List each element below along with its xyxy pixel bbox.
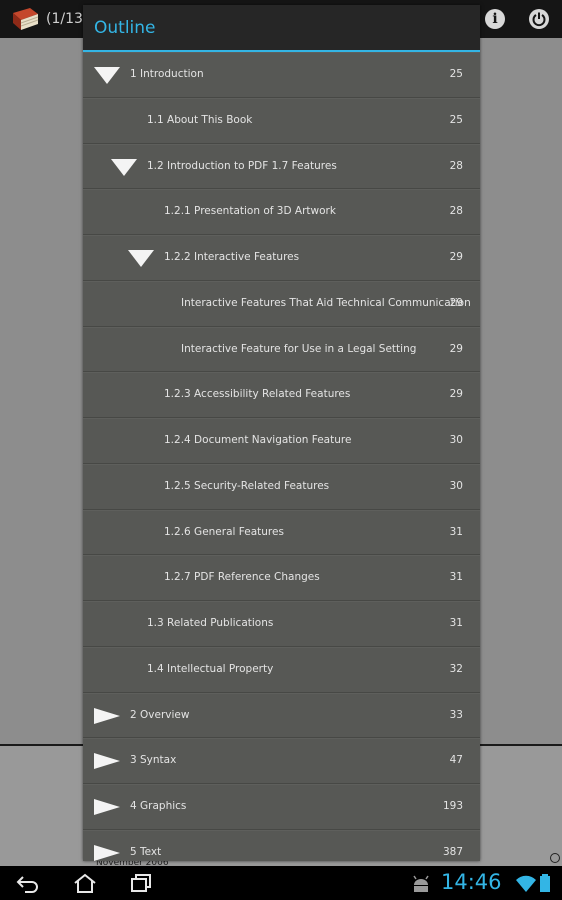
outline-title: Outline xyxy=(94,18,156,38)
outline-item[interactable]: 1.4 Intellectual Property 32 xyxy=(83,646,480,693)
outline-item-label: Interactive Features That Aid Technical … xyxy=(181,296,471,309)
collapsed-triangle-icon[interactable] xyxy=(92,704,122,728)
outline-item[interactable]: 1 Introduction 25 xyxy=(83,52,480,98)
collapsed-triangle-icon[interactable] xyxy=(92,841,122,861)
outline-item-page-number: 29 xyxy=(449,388,463,401)
outline-item[interactable]: 1.2.6 General Features 31 xyxy=(83,509,480,556)
outline-item-label: 1.2.1 Presentation of 3D Artwork xyxy=(164,205,336,218)
book-app-icon[interactable] xyxy=(10,6,40,32)
outline-item-label: 1 Introduction xyxy=(130,68,204,80)
outline-item-page-number: 31 xyxy=(449,617,463,629)
screen: November 2006 (1/131 i Outline 1 Introdu… xyxy=(0,0,562,900)
outline-item-label: 1.2.3 Accessibility Related Features xyxy=(164,388,351,401)
outline-item-label: 5 Text xyxy=(130,845,162,858)
outline-item-label: 1.2.4 Document Navigation Feature xyxy=(164,434,352,446)
expanded-triangle-icon[interactable] xyxy=(92,63,122,87)
outline-item-page-number: 31 xyxy=(449,525,463,538)
outline-item-page-number: 28 xyxy=(449,205,463,218)
outline-item[interactable]: 1.1 About This Book 25 xyxy=(83,97,480,144)
outline-item[interactable]: 5 Text 387 xyxy=(83,829,480,861)
outline-item-label: 3 Syntax xyxy=(130,754,177,767)
home-icon[interactable] xyxy=(72,872,98,894)
outline-item[interactable]: Interactive Feature for Use in a Legal S… xyxy=(83,326,480,373)
outline-item[interactable]: 1.2.4 Document Navigation Feature 30 xyxy=(83,418,480,464)
outline-item-label: 1.1 About This Book xyxy=(147,113,253,126)
outline-item[interactable]: 1.2.1 Presentation of 3D Artwork 28 xyxy=(83,189,480,235)
outline-item-label: 1.2 Introduction to PDF 1.7 Features xyxy=(147,159,337,172)
rotate-icon xyxy=(550,853,560,863)
outline-item-page-number: 47 xyxy=(449,754,463,767)
outline-item[interactable]: 1.2.3 Accessibility Related Features 29 xyxy=(83,372,480,418)
outline-item-label: 1.2.5 Security-Related Features xyxy=(164,479,330,492)
outline-item-page-number: 387 xyxy=(442,845,463,858)
info-glyph: i xyxy=(492,11,498,27)
outline-item[interactable]: 1.2.2 Interactive Features 29 xyxy=(83,235,480,281)
outline-item-page-number: 25 xyxy=(449,68,463,80)
outline-dialog: Outline 1 Introduction 25 1.1 About This B… xyxy=(83,5,480,861)
outline-item-label: 2 Overview xyxy=(130,708,190,721)
expanded-triangle-icon[interactable] xyxy=(126,246,156,270)
outline-item[interactable]: 3 Syntax 47 xyxy=(83,738,480,784)
outline-item-page-number: 29 xyxy=(449,296,463,309)
outline-item[interactable]: 1.2.7 PDF Reference Changes 31 xyxy=(83,555,480,601)
power-icon[interactable] xyxy=(529,9,549,29)
outline-item-page-number: 193 xyxy=(442,800,463,812)
outline-list[interactable]: 1 Introduction 25 1.1 About This Book 25 1.2… xyxy=(83,52,480,861)
outline-item-label: 1.3 Related Publications xyxy=(147,617,274,629)
collapsed-triangle-icon[interactable] xyxy=(92,749,122,773)
clock: 14:46 xyxy=(441,870,502,894)
outline-header: Outline xyxy=(83,5,480,51)
outline-item[interactable]: 1.3 Related Publications 31 xyxy=(83,601,480,647)
outline-item-label: 1.2.2 Interactive Features xyxy=(164,251,300,263)
outline-item[interactable]: 2 Overview 33 xyxy=(83,692,480,739)
wifi-icon xyxy=(516,875,536,892)
outline-item-page-number: 25 xyxy=(449,113,463,126)
outline-item-label: 1.2.6 General Features xyxy=(164,525,284,538)
outline-item-page-number: 30 xyxy=(449,479,463,492)
outline-item-page-number: 29 xyxy=(449,342,463,355)
back-icon[interactable] xyxy=(15,872,41,894)
outline-item-label: Interactive Feature for Use in a Legal S… xyxy=(181,342,417,355)
outline-item[interactable]: 1.2.5 Security-Related Features 30 xyxy=(83,463,480,510)
outline-item-page-number: 32 xyxy=(449,662,463,675)
battery-icon xyxy=(540,874,550,892)
info-icon[interactable]: i xyxy=(485,9,505,29)
outline-item-page-number: 31 xyxy=(449,571,463,584)
outline-item-label: 4 Graphics xyxy=(130,800,187,812)
outline-item-page-number: 30 xyxy=(449,434,463,446)
recent-apps-icon[interactable] xyxy=(128,872,154,894)
expanded-triangle-icon[interactable] xyxy=(109,155,139,179)
collapsed-triangle-icon[interactable] xyxy=(92,795,122,819)
outline-item-page-number: 28 xyxy=(449,159,463,172)
android-debug-icon xyxy=(413,875,429,892)
outline-item[interactable]: 1.2 Introduction to PDF 1.7 Features 28 xyxy=(83,143,480,190)
navigation-bar: 14:46 xyxy=(0,866,562,900)
outline-item[interactable]: 4 Graphics 193 xyxy=(83,784,480,830)
outline-item-label: 1.2.7 PDF Reference Changes xyxy=(164,571,320,584)
outline-item-page-number: 29 xyxy=(449,251,463,263)
outline-item-label: 1.4 Intellectual Property xyxy=(147,662,274,675)
outline-item-page-number: 33 xyxy=(449,708,463,721)
outline-item[interactable]: Interactive Features That Aid Technical … xyxy=(83,280,480,327)
